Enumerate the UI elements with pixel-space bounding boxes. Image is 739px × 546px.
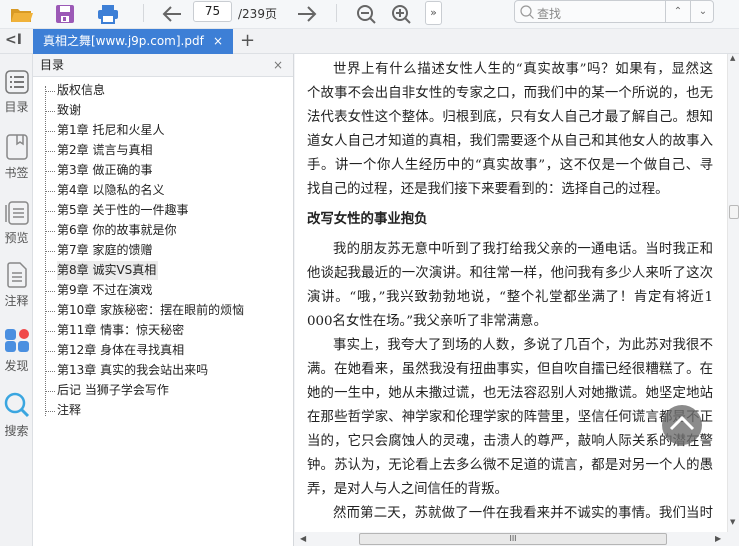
tab-bar: <I 真相之舞[www.j9p.com].pdf × + — [0, 29, 739, 54]
rail-item-bookmarks[interactable]: 书签 — [0, 134, 33, 181]
toc-item[interactable]: 第3章 做正确的事 — [44, 161, 152, 180]
rail-item-toc[interactable]: 目录 — [0, 70, 33, 115]
rail-item-preview[interactable]: 预览 — [0, 199, 33, 246]
apps-icon — [4, 329, 29, 352]
pages-icon — [4, 201, 29, 225]
search-icon — [520, 5, 534, 22]
toc-item[interactable]: 第2章 谎言与真相 — [44, 141, 152, 160]
side-rail: 目录 书签 预览 注释 发现 搜索 — [0, 54, 33, 546]
horizontal-scroll-thumb[interactable]: III — [359, 533, 667, 545]
text-line: 000名女性在场。”我父亲听了非常满意。 — [307, 314, 547, 329]
print-icon[interactable] — [96, 3, 120, 25]
horizontal-scrollbar[interactable]: ◀ III ▶ — [295, 532, 727, 546]
arrow-left-icon[interactable] — [160, 3, 184, 25]
search-box[interactable]: 查找 ⌃ ⌄ — [514, 0, 714, 23]
toolbar: 75 /239页 » 查找 ⌃ ⌄ — [0, 0, 739, 29]
toc-item[interactable]: 版权信息 — [44, 81, 105, 100]
text-line: 当的，它只会腐蚀人的灵魂，击溃人的尊严，敲响人际关系的潜在警 — [307, 434, 713, 449]
rail-item-search[interactable]: 搜索 — [0, 392, 33, 439]
bookmark-icon — [5, 134, 28, 160]
toc-panel: 目录 × 版权信息 致谢 第1章 托尼和火星人 第2章 谎言与真相 第3章 做正确的事第… — [33, 54, 294, 546]
text-line: 事实上，我夸大了到场的人数，多说了几百个，为此苏对我很不 — [333, 338, 713, 353]
open-folder-icon[interactable] — [10, 3, 34, 25]
note-icon — [6, 262, 27, 288]
tab-document[interactable]: 真相之舞[www.j9p.com].pdf × — [33, 29, 233, 54]
text-line: 道女人自己才知道的真相，我们需要逐个从自己和其他女人的故事入 — [307, 134, 713, 149]
text-line: 世界上有什么描述女性人生的“真实故事”吗？如果有，显然这 — [333, 62, 713, 77]
toc-item[interactable]: 第8章 诚实VS真相 — [44, 261, 159, 280]
text-line: 我的朋友苏无意中听到了我打给我父亲的一通电话。当时我正和 — [333, 242, 713, 257]
rail-label: 书签 — [4, 166, 29, 180]
toc-item[interactable]: 第1章 托尼和火星人 — [44, 121, 164, 140]
save-icon[interactable] — [53, 3, 77, 25]
text-line: 然而第二天，苏就做了一件在我看来并不诚实的事情。我们当时 — [333, 506, 713, 521]
toc-item[interactable]: 致谢 — [44, 101, 81, 120]
toc-item[interactable]: 第7章 家庭的馈赠 — [44, 241, 152, 260]
toc-item[interactable]: 第9章 不过在演戏 — [44, 281, 152, 300]
toc-header: 目录 × — [33, 54, 293, 77]
close-icon[interactable]: × — [213, 29, 223, 53]
search-input[interactable]: 查找 — [537, 5, 561, 22]
page-total: /239页 — [238, 7, 277, 21]
zoom-out-icon[interactable] — [354, 3, 378, 25]
text-line: 满。在她看来，虽然我没有扭曲事实，但自吹自擂已经很糟糕了。在 — [307, 362, 713, 377]
toc-item[interactable]: 注释 — [44, 401, 81, 420]
list-icon — [4, 70, 29, 94]
search-next-button[interactable]: ⌄ — [690, 1, 715, 22]
more-tools-button[interactable]: » — [425, 1, 442, 25]
toc-title: 目录 — [40, 58, 65, 72]
text-line: 她的一生中，她从未撒过谎，也无法容忍别人对她撒谎。她坚定地站 — [307, 386, 713, 401]
toc-item[interactable]: 第13章 真实的我会站出来吗 — [44, 361, 208, 380]
zoom-in-icon[interactable] — [389, 3, 413, 25]
divider — [336, 4, 337, 22]
toc-item[interactable]: 第5章 关于性的一件趣事 — [44, 201, 188, 220]
chevron-up-icon — [669, 415, 695, 431]
toc-item[interactable]: 第11章 情事：惊天秘密 — [44, 321, 184, 340]
toc-item[interactable]: 第4章 以隐私的名义 — [44, 181, 164, 200]
text-line: 个故事不会出自非女性的专家之口，而我们中的某一个所说的，也无 — [307, 86, 713, 101]
toc-item[interactable]: 第12章 身体在寻找真相 — [44, 341, 184, 360]
close-icon[interactable]: × — [273, 54, 283, 76]
divider — [143, 4, 144, 22]
text-line: 他谈起我最近的一次演讲。和往常一样，他问我有多少人来听了这次 — [307, 266, 713, 281]
text-line: 找自己的过程，还是我们接下来要看到的：选择自己的过程。 — [307, 182, 669, 197]
tab-title: 真相之舞[www.j9p.com].pdf — [43, 34, 204, 48]
toc-item[interactable]: 后记 当狮子学会写作 — [45, 381, 169, 400]
text-line: 演讲。“哦，”我兴致勃勃地说，“整个礼堂都坐满了！肯定有将近1 — [307, 290, 713, 305]
toc-item[interactable]: 第6章 你的故事就是你 — [44, 221, 176, 240]
toc-item[interactable]: 第10章 家族秘密：摆在眼前的烦恼 — [44, 301, 244, 320]
rail-item-discover[interactable]: 发现 — [0, 327, 33, 374]
search-prev-button[interactable]: ⌃ — [665, 1, 690, 22]
vertical-scroll-thumb[interactable] — [729, 205, 739, 219]
text-line: 法代表女性这个整体。归根到底，只有女人自己才最了解自己。想知 — [307, 110, 713, 125]
rail-label: 预览 — [4, 231, 29, 245]
rail-item-annotations[interactable]: 注释 — [0, 262, 33, 309]
rail-label: 注释 — [4, 294, 29, 308]
arrow-right-icon[interactable] — [295, 3, 319, 25]
back-to-top-button[interactable] — [662, 405, 702, 445]
section-heading: 改写女性的事业抱负 — [307, 211, 428, 227]
vertical-scrollbar[interactable]: ▲ ▼ — [727, 54, 739, 532]
text-line: 在那些哲学家、神学家和伦理学家的阵营里，坚信任何谎言都是不正 — [307, 410, 713, 425]
rail-label: 搜索 — [4, 424, 29, 438]
rail-label: 目录 — [4, 100, 29, 114]
collapse-sidebar-button[interactable]: <I — [5, 32, 22, 48]
text-line: 弄，是对人与人之间信任的背叛。 — [307, 482, 508, 497]
search-icon — [4, 392, 29, 418]
document-page: 世界上有什么描述女性人生的“真实故事”吗？如果有，显然这个故事不会出自非女性的专… — [295, 54, 727, 532]
text-line: 手。讲一个你人生经历中的“真实故事”，这不仅是一个做自己、寻 — [307, 158, 713, 173]
rail-label: 发现 — [4, 359, 29, 373]
new-tab-button[interactable]: + — [240, 30, 255, 51]
text-line: 钟。苏认为，无论看上去多么微不足道的谎言，都是对另一个人的愚 — [307, 458, 713, 473]
page-number-input[interactable]: 75 — [193, 1, 232, 22]
